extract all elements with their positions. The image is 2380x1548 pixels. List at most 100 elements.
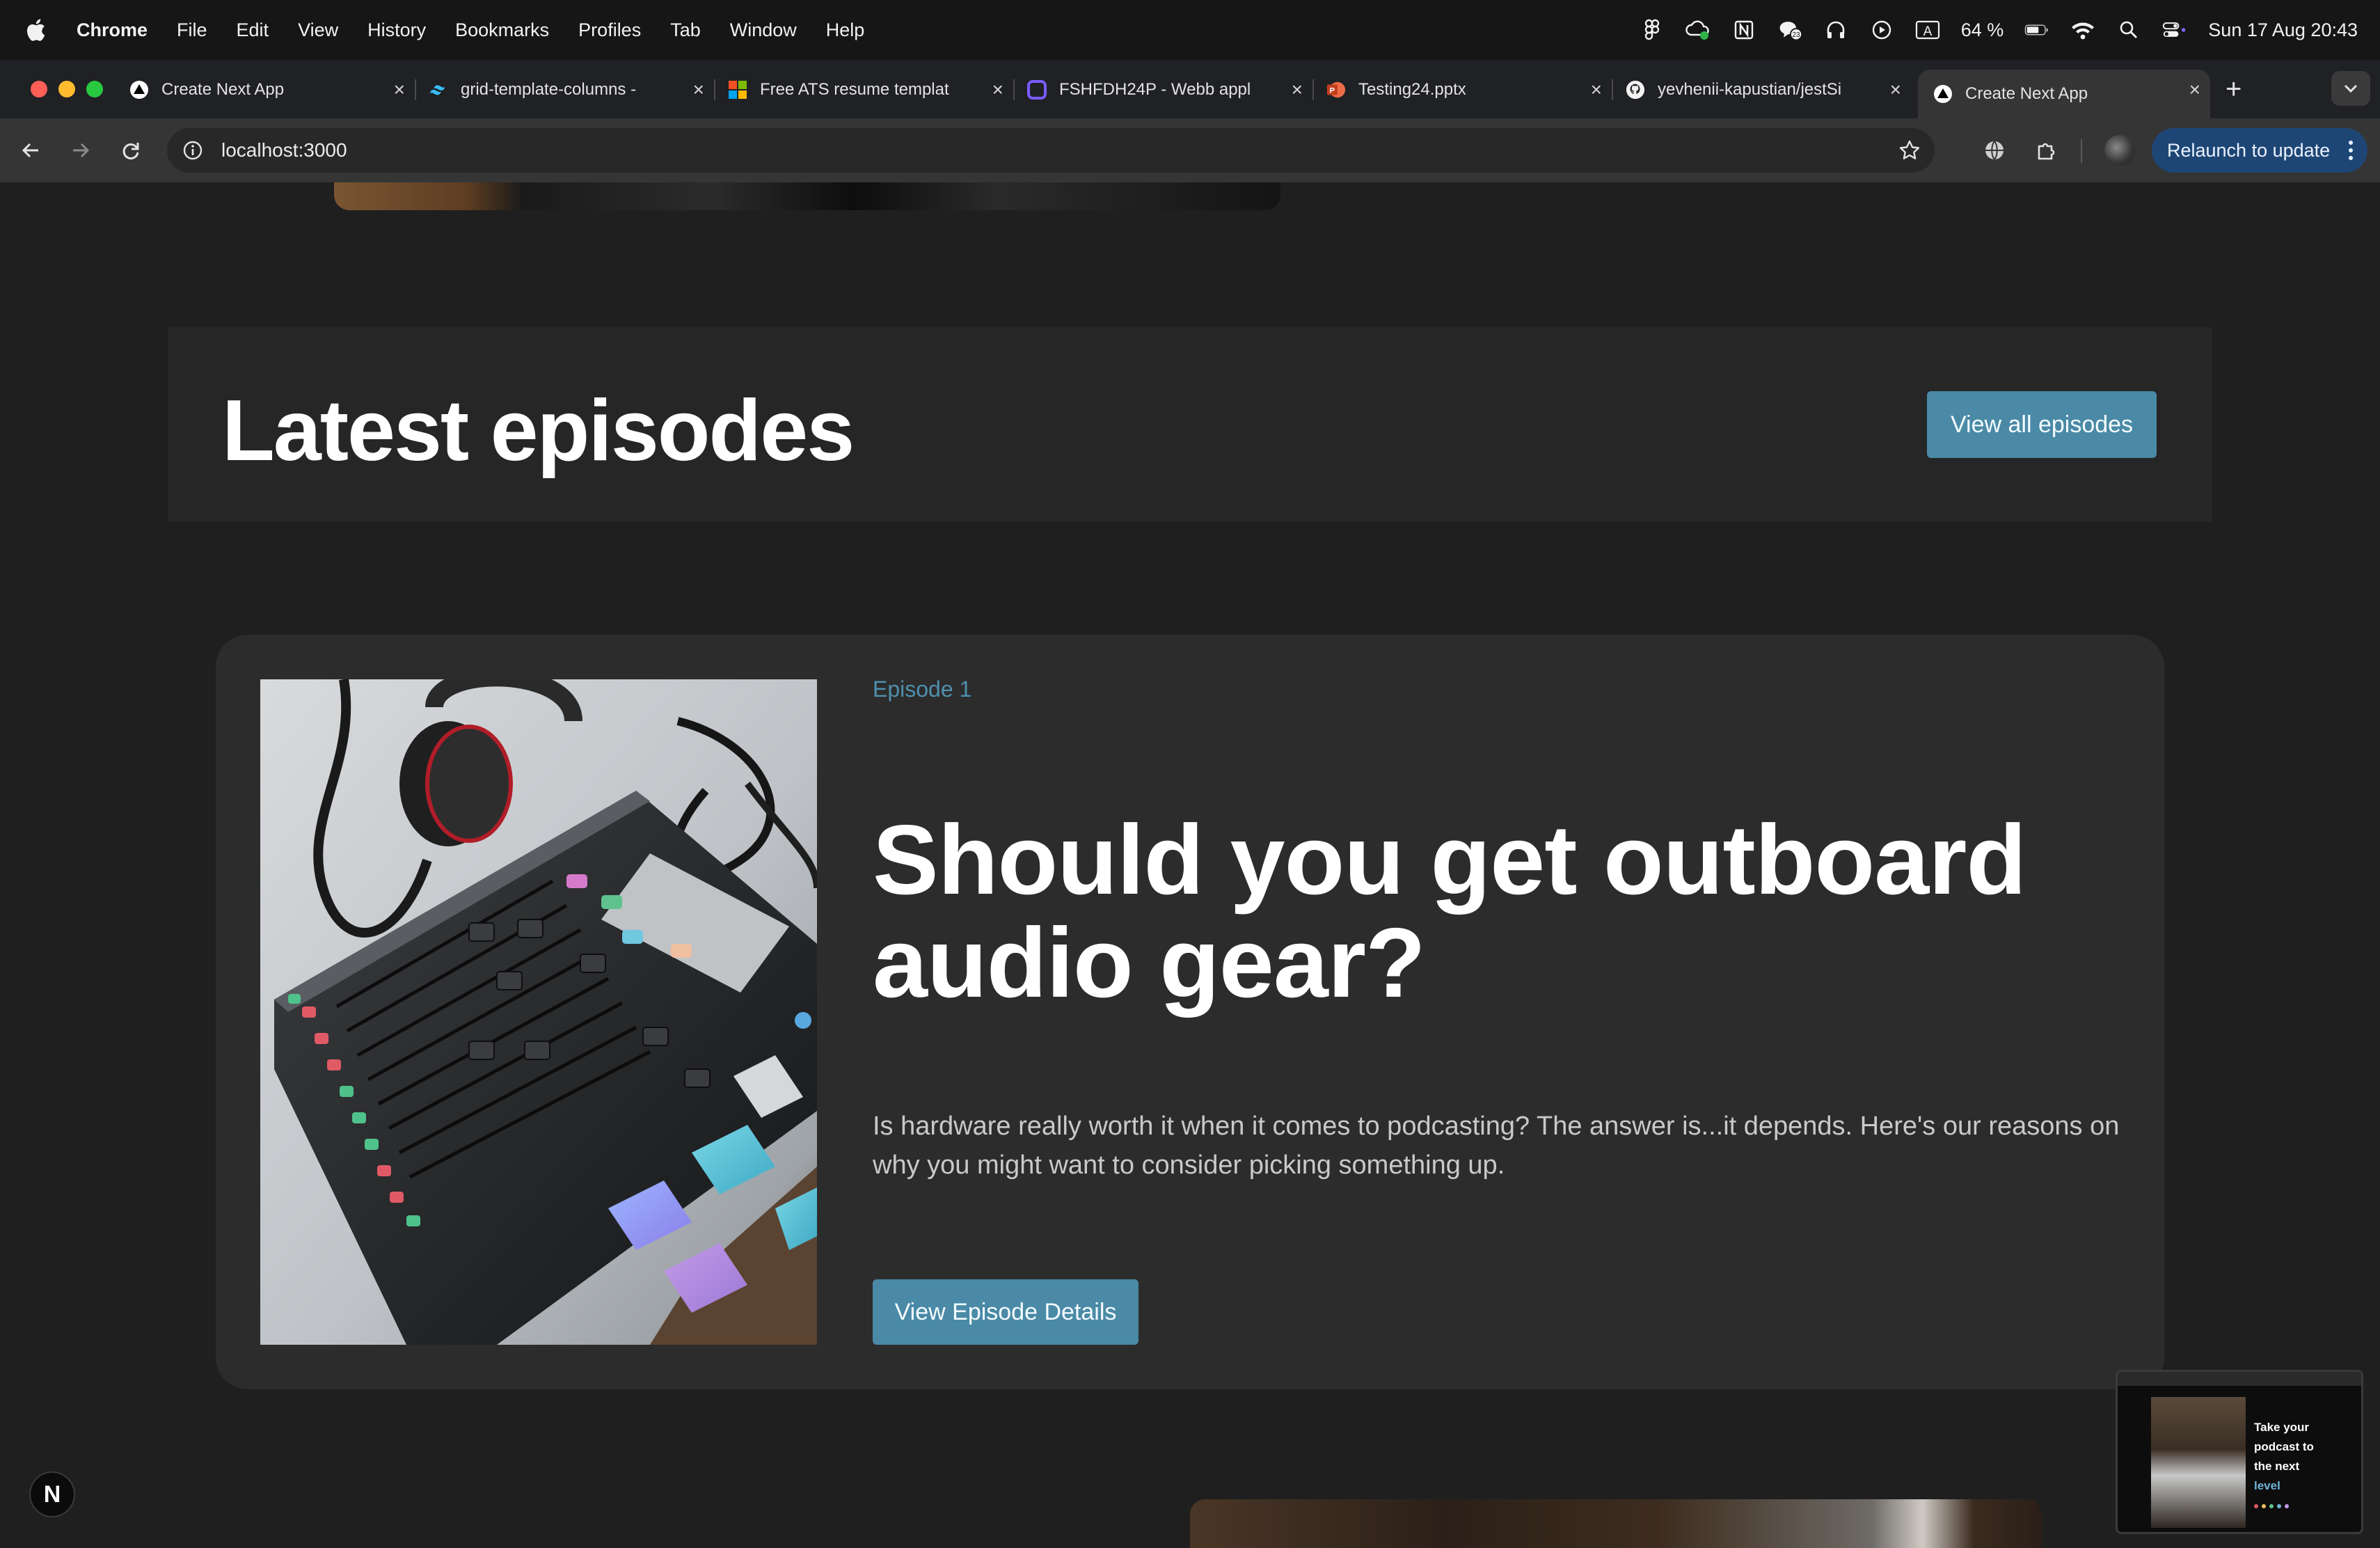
tab-search-button[interactable] xyxy=(2331,71,2370,106)
latest-episodes-header: Latest episodes View all episodes xyxy=(168,327,2212,522)
pip-hero-photo xyxy=(2151,1397,2246,1528)
menu-help[interactable]: Help xyxy=(826,19,865,41)
next-section-image xyxy=(1190,1499,2042,1548)
bookmark-star-icon[interactable] xyxy=(1898,139,1921,165)
toolbar-separator xyxy=(2081,139,2082,163)
tab-title: Create Next App xyxy=(161,80,285,99)
address-bar[interactable]: localhost:3000 xyxy=(167,128,1935,173)
menu-app-chrome[interactable]: Chrome xyxy=(77,19,148,41)
tab-title: grid-template-columns - xyxy=(461,80,637,99)
pip-dot xyxy=(2254,1504,2258,1508)
figma-icon[interactable] xyxy=(1640,17,1665,42)
site-info-icon[interactable] xyxy=(182,140,203,161)
tab-grid-template-columns[interactable]: grid-template-columns - × xyxy=(429,70,715,110)
tab-separator xyxy=(1312,79,1314,100)
tab-close-icon[interactable]: × xyxy=(394,79,405,101)
view-all-episodes-button[interactable]: View all episodes xyxy=(1927,391,2157,458)
menu-profiles[interactable]: Profiles xyxy=(578,19,641,41)
github-icon xyxy=(1626,80,1645,100)
zoom-window-button[interactable] xyxy=(86,81,103,97)
episode-title: Should you get outboard audio gear? xyxy=(873,805,2026,1018)
forward-button[interactable] xyxy=(64,134,97,167)
tab-title: Testing24.pptx xyxy=(1358,80,1466,99)
control-center-icon[interactable] xyxy=(2162,17,2187,42)
tab-title: Create Next App xyxy=(1965,84,2088,103)
profile-avatar[interactable] xyxy=(2104,135,2135,166)
tab-close-icon[interactable]: × xyxy=(693,79,704,101)
pip-text-line: Take your xyxy=(2254,1421,2310,1434)
tab-separator xyxy=(1612,79,1613,100)
reload-icon xyxy=(122,143,139,159)
svg-text:23: 23 xyxy=(1792,31,1800,39)
relaunch-label: Relaunch to update xyxy=(2167,139,2331,161)
battery-percent: 64 % xyxy=(1960,19,2004,40)
canvas-icon xyxy=(1027,80,1047,100)
tab-close-icon[interactable]: × xyxy=(1292,79,1303,101)
globe-extension-icon[interactable] xyxy=(1981,136,2008,164)
minimize-window-button[interactable] xyxy=(58,81,75,97)
reload-button[interactable] xyxy=(114,134,148,167)
pip-dot xyxy=(2285,1504,2289,1508)
menu-bookmarks[interactable]: Bookmarks xyxy=(455,19,549,41)
headphones-icon[interactable] xyxy=(1823,17,1848,42)
chat-badge-icon[interactable]: 23 xyxy=(1777,17,1802,42)
tab-separator xyxy=(415,79,416,100)
pip-hero-text: Take your podcast to the next level xyxy=(2254,1418,2358,1496)
menu-view[interactable]: View xyxy=(298,19,338,41)
wifi-icon[interactable] xyxy=(2070,17,2095,42)
play-circle-icon[interactable] xyxy=(1869,17,1894,42)
macos-menu-bar: Chrome File Edit View History Bookmarks … xyxy=(0,0,2380,60)
picture-in-picture-preview[interactable]: Take your podcast to the next level xyxy=(2116,1370,2363,1534)
input-source-icon[interactable]: A xyxy=(1915,17,1940,42)
tab-close-icon[interactable]: × xyxy=(1890,79,1901,101)
more-menu-icon[interactable] xyxy=(2348,139,2354,166)
section-title: Latest episodes xyxy=(222,383,855,479)
relaunch-to-update-button[interactable]: Relaunch to update xyxy=(2152,128,2367,173)
menu-file[interactable]: File xyxy=(177,19,207,41)
tab-title: yevhenii-kapustian/jestSi xyxy=(1658,80,1842,99)
pip-text-line: the next xyxy=(2254,1460,2300,1473)
pip-dot xyxy=(2269,1504,2274,1508)
tab-create-next-app-active[interactable]: Create Next App × xyxy=(1918,70,2210,118)
apple-logo-icon[interactable] xyxy=(25,18,53,42)
tab-create-next-app[interactable]: Create Next App × xyxy=(129,70,416,110)
chevron-down-icon xyxy=(2344,84,2358,93)
pip-color-dots xyxy=(2254,1504,2289,1508)
tab-free-ats-resume[interactable]: Free ATS resume templat × xyxy=(728,70,1015,110)
back-button[interactable] xyxy=(14,134,47,167)
spotlight-search-icon[interactable] xyxy=(2116,17,2141,42)
tab-separator xyxy=(1013,79,1015,100)
cloud-sync-icon[interactable] xyxy=(1685,17,1711,42)
new-tab-button[interactable]: + xyxy=(2226,74,2242,105)
tab-separator xyxy=(714,79,715,100)
tab-close-icon[interactable]: × xyxy=(1591,79,1602,101)
menu-history[interactable]: History xyxy=(367,19,426,41)
pip-browser-bar xyxy=(2118,1372,2361,1386)
pip-text-line: podcast to xyxy=(2254,1440,2314,1453)
status-area: 23 A 64 % Sun 17 Aug 20:43 xyxy=(1640,0,2358,60)
battery-icon[interactable] xyxy=(2024,17,2049,42)
episode-description: Is hardware really worth it when it come… xyxy=(873,1112,2120,1180)
menu-tab[interactable]: Tab xyxy=(670,19,701,41)
nextjs-dev-indicator[interactable]: N xyxy=(29,1471,75,1517)
tab-fshfdh24p[interactable]: FSHFDH24P - Webb appl × xyxy=(1027,70,1314,110)
episode-number: Episode 1 xyxy=(873,677,972,702)
tab-title: FSHFDH24P - Webb appl xyxy=(1059,80,1251,99)
tab-github-jest[interactable]: yevhenii-kapustian/jestSi × xyxy=(1626,70,1911,110)
tab-testing24-pptx[interactable]: P Testing24.pptx × xyxy=(1326,70,1613,110)
episode-card: Episode 1 Should you get outboard audio … xyxy=(216,635,2164,1389)
url-text[interactable]: localhost:3000 xyxy=(221,139,347,161)
menubar-clock[interactable]: Sun 17 Aug 20:43 xyxy=(2208,19,2358,41)
tab-close-icon[interactable]: × xyxy=(2189,79,2200,101)
window-controls xyxy=(31,81,103,97)
menu-edit[interactable]: Edit xyxy=(237,19,269,41)
close-window-button[interactable] xyxy=(31,81,47,97)
notion-icon[interactable] xyxy=(1731,17,1756,42)
extensions-puzzle-icon[interactable] xyxy=(2032,136,2060,164)
nextjs-icon xyxy=(1933,84,1953,104)
view-episode-details-button[interactable]: View Episode Details xyxy=(873,1279,1139,1345)
tab-close-icon[interactable]: × xyxy=(992,79,1003,101)
menu-window[interactable]: Window xyxy=(730,19,797,41)
nextjs-icon xyxy=(129,80,149,100)
arrow-left-icon xyxy=(22,143,38,158)
